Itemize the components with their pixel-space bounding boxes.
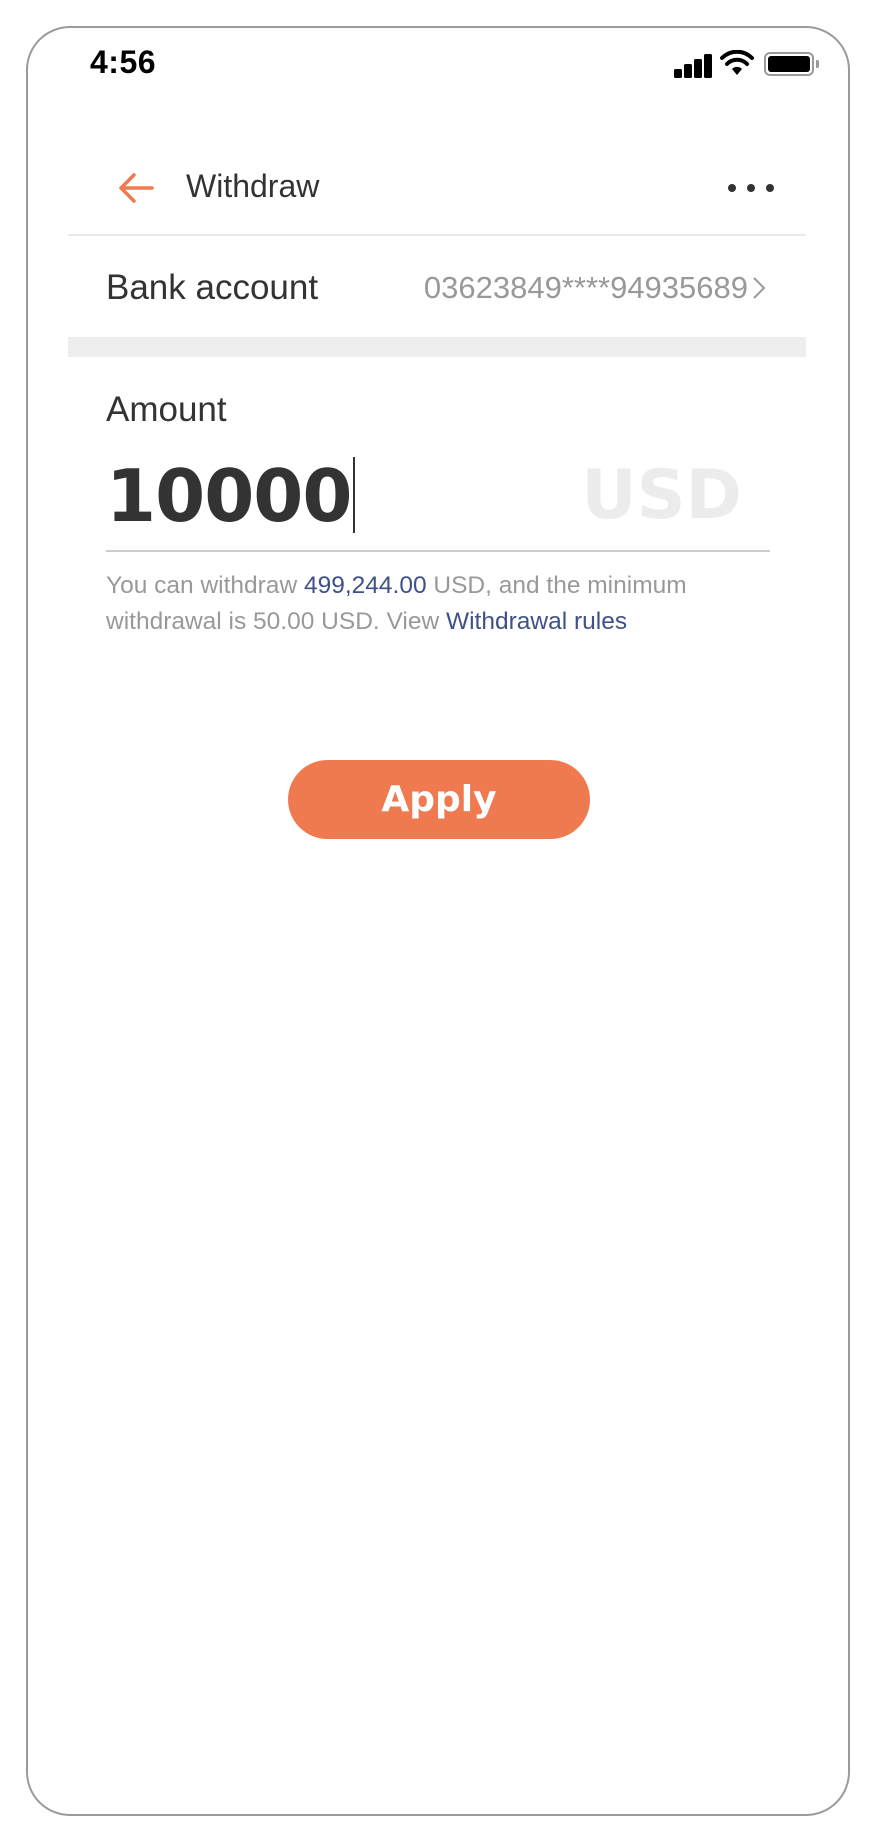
bank-account-number: 03623849****94935689 [423, 270, 748, 305]
available-amount: 499,244.00 [303, 572, 427, 599]
more-button[interactable] [728, 180, 774, 196]
status-time: 4:56 [90, 44, 157, 80]
bank-account-label: Bank account [106, 268, 319, 307]
page-title: Withdraw [186, 168, 320, 204]
withdrawal-rules-link[interactable]: Withdrawal rules [446, 608, 627, 635]
amount-input[interactable]: 10000 USD [106, 450, 770, 552]
wifi-icon [720, 50, 754, 75]
arrow-left-icon [119, 173, 154, 203]
back-button[interactable] [116, 168, 156, 208]
amount-label: Amount [106, 390, 227, 429]
signal-icon [672, 50, 712, 78]
bank-account-row[interactable]: Bank account 03623849****94935689 [68, 236, 806, 336]
amount-value-wrap: 10000 [106, 454, 355, 538]
hint-prefix: You can withdraw [106, 572, 304, 599]
text-caret [352, 457, 355, 533]
section-divider [68, 337, 806, 357]
amount-value: 10000 [106, 454, 352, 538]
chevron-right-icon [753, 277, 766, 299]
more-dot [766, 184, 774, 192]
withdraw-hint: You can withdraw 499,244.00 USD, and the… [106, 568, 786, 640]
nav-header: Withdraw [68, 150, 806, 236]
currency-label: USD [581, 456, 742, 535]
apply-button[interactable]: Apply [288, 760, 590, 839]
more-horizontal-icon [728, 184, 736, 192]
more-dot [747, 184, 755, 192]
